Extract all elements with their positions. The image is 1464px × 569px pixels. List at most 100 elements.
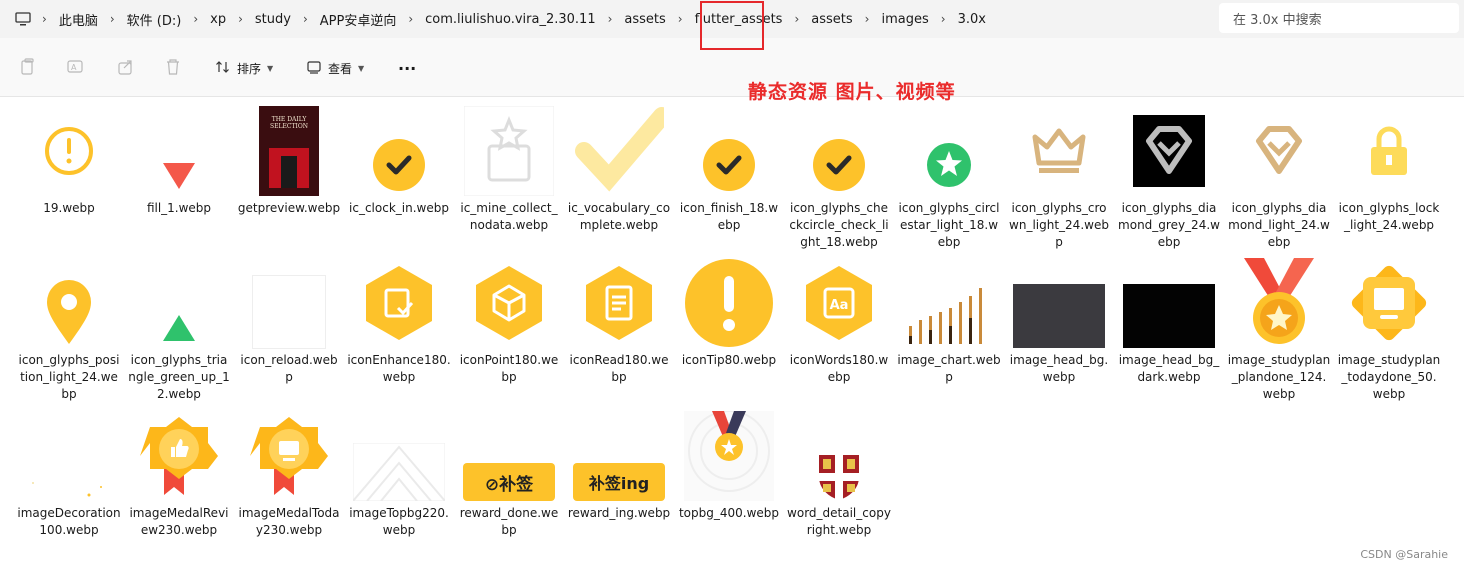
thumbnail bbox=[569, 106, 669, 196]
view-button[interactable]: 查看 ▼ bbox=[306, 58, 364, 78]
sort-icon bbox=[215, 59, 231, 78]
file-name: iconRead180.webp bbox=[569, 353, 669, 384]
breadcrumb: › 此电脑 › 软件 (D:) › xp › study › APP安卓逆向 ›… bbox=[12, 0, 996, 38]
file-item[interactable]: image_chart.webp bbox=[897, 258, 1001, 386]
thumbnail: 补签ing bbox=[569, 411, 669, 501]
file-item[interactable]: 19.webp bbox=[17, 106, 121, 217]
file-name: icon_glyphs_diamond_light_24.webp bbox=[1228, 201, 1330, 249]
file-item[interactable]: icon_glyphs_lock_light_24.webp bbox=[1337, 106, 1441, 234]
thumbnail: ⊘补签 bbox=[459, 411, 559, 501]
chevron-right-icon[interactable]: › bbox=[108, 12, 117, 26]
file-item[interactable]: iconRead180.webp bbox=[567, 258, 671, 386]
chevron-right-icon[interactable]: › bbox=[406, 12, 415, 26]
thumbnail bbox=[789, 411, 889, 501]
breadcrumb-item-pc[interactable]: 此电脑 bbox=[49, 4, 108, 34]
file-name: icon_reload.webp bbox=[240, 353, 338, 384]
breadcrumb-item-assets-2[interactable]: assets bbox=[801, 4, 862, 34]
file-item[interactable]: icon_glyphs_diamond_grey_24.webp bbox=[1117, 106, 1221, 251]
file-name: icon_glyphs_crown_light_24.webp bbox=[1009, 201, 1109, 249]
breadcrumb-item-current[interactable]: 3.0x bbox=[948, 4, 996, 34]
file-item[interactable]: iconPoint180.webp bbox=[457, 258, 561, 386]
chevron-right-icon[interactable]: › bbox=[236, 12, 245, 26]
file-item[interactable]: THE DAILY SELECTION getpreview.webp bbox=[237, 106, 341, 217]
chevron-right-icon[interactable]: › bbox=[40, 12, 49, 26]
chevron-right-icon[interactable]: › bbox=[863, 12, 872, 26]
chevron-right-icon[interactable]: › bbox=[606, 12, 615, 26]
file-item[interactable]: imageDecoration100.webp bbox=[17, 411, 121, 539]
chevron-right-icon[interactable]: › bbox=[191, 12, 200, 26]
file-item[interactable]: icon_finish_18.webp bbox=[677, 106, 781, 234]
breadcrumb-item-drive[interactable]: 软件 (D:) bbox=[117, 4, 192, 34]
file-item[interactable]: image_head_bg_dark.webp bbox=[1117, 258, 1221, 386]
file-item[interactable]: icon_glyphs_position_light_24.webp bbox=[17, 258, 121, 403]
file-item[interactable]: Aa iconWords180.webp bbox=[787, 258, 891, 386]
file-item[interactable]: fill_1.webp bbox=[127, 106, 231, 217]
thumbnail bbox=[19, 411, 119, 501]
file-item[interactable]: 补签ing reward_ing.webp bbox=[567, 411, 671, 522]
file-name: icon_glyphs_checkcircle_check_light_18.w… bbox=[789, 201, 889, 249]
copy-icon[interactable] bbox=[20, 58, 38, 76]
file-item[interactable]: image_studyplan_plandone_124.webp bbox=[1227, 258, 1331, 403]
trash-icon[interactable] bbox=[165, 58, 183, 76]
breadcrumb-item-assets[interactable]: assets bbox=[614, 4, 675, 34]
thumbnail bbox=[19, 258, 119, 348]
view-label: 查看 bbox=[328, 61, 353, 76]
file-item[interactable]: topbg_400.webp bbox=[677, 411, 781, 522]
file-name: fill_1.webp bbox=[146, 201, 212, 215]
file-item[interactable]: ic_clock_in.webp bbox=[347, 106, 451, 217]
thumbnail bbox=[1339, 106, 1439, 196]
file-item[interactable]: image_head_bg.webp bbox=[1007, 258, 1111, 386]
file-name: reward_done.webp bbox=[459, 506, 559, 537]
thumbnail bbox=[899, 106, 999, 196]
file-item[interactable]: icon_glyphs_crown_light_24.webp bbox=[1007, 106, 1111, 251]
chevron-right-icon[interactable]: › bbox=[301, 12, 310, 26]
file-item[interactable]: ⊘补签 reward_done.webp bbox=[457, 411, 561, 539]
chevron-right-icon[interactable]: › bbox=[676, 12, 685, 26]
file-item[interactable]: iconEnhance180.webp bbox=[347, 258, 451, 386]
file-name: icon_glyphs_lock_light_24.webp bbox=[1338, 201, 1440, 232]
file-name: icon_glyphs_circlestar_light_18.webp bbox=[898, 201, 1000, 249]
breadcrumb-item-images[interactable]: images bbox=[871, 4, 938, 34]
thumbnail: THE DAILY SELECTION bbox=[239, 106, 339, 196]
book-cover: THE DAILY SELECTION bbox=[259, 106, 319, 196]
chevron-right-icon[interactable]: › bbox=[939, 12, 948, 26]
breadcrumb-item-xp[interactable]: xp bbox=[200, 4, 236, 34]
breadcrumb-item-study[interactable]: study bbox=[245, 4, 301, 34]
file-name: iconTip80.webp bbox=[681, 353, 777, 367]
file-name: ic_mine_collect_nodata.webp bbox=[460, 201, 558, 232]
thumbnail bbox=[349, 411, 449, 501]
file-item[interactable]: imageMedalToday230.webp bbox=[237, 411, 341, 539]
sort-button[interactable]: 排序 ▼ bbox=[215, 58, 273, 78]
thumbnail bbox=[239, 411, 339, 501]
file-item[interactable]: icon_reload.webp bbox=[237, 258, 341, 386]
computer-icon[interactable] bbox=[12, 11, 34, 27]
search-input[interactable]: 在 3.0x 中搜索 bbox=[1219, 3, 1459, 33]
sort-label: 排序 bbox=[237, 61, 262, 76]
thumbnail bbox=[789, 106, 889, 196]
file-item[interactable]: word_detail_copyright.webp bbox=[787, 411, 891, 539]
file-name: image_head_bg_dark.webp bbox=[1118, 353, 1220, 384]
rename-icon[interactable]: A bbox=[67, 58, 85, 76]
file-item[interactable]: ic_mine_collect_nodata.webp bbox=[457, 106, 561, 234]
file-name: 19.webp bbox=[43, 201, 95, 215]
file-name: icon_glyphs_triangle_green_up_12.webp bbox=[128, 353, 230, 401]
file-item[interactable]: icon_glyphs_diamond_light_24.webp bbox=[1227, 106, 1331, 251]
file-name: icon_glyphs_diamond_grey_24.webp bbox=[1118, 201, 1220, 249]
breadcrumb-item-package[interactable]: com.liulishuo.vira_2.30.11 bbox=[415, 4, 605, 34]
file-item[interactable]: imageTopbg220.webp bbox=[347, 411, 451, 539]
file-item[interactable]: image_studyplan_todaydone_50.webp bbox=[1337, 258, 1441, 403]
share-icon[interactable] bbox=[117, 58, 135, 76]
more-button[interactable]: ··· bbox=[398, 58, 416, 78]
file-name: imageMedalReview230.webp bbox=[129, 506, 229, 537]
file-item[interactable]: icon_glyphs_checkcircle_check_light_18.w… bbox=[787, 106, 891, 251]
chevron-right-icon[interactable]: › bbox=[792, 12, 801, 26]
file-name: image_head_bg.webp bbox=[1009, 353, 1109, 384]
file-item[interactable]: ic_vocabulary_complete.webp bbox=[567, 106, 671, 234]
file-item[interactable]: iconTip80.webp bbox=[677, 258, 781, 369]
breadcrumb-item-app[interactable]: APP安卓逆向 bbox=[310, 4, 407, 34]
file-item[interactable]: icon_glyphs_circlestar_light_18.webp bbox=[897, 106, 1001, 251]
file-item[interactable]: icon_glyphs_triangle_green_up_12.webp bbox=[127, 258, 231, 403]
file-item[interactable]: imageMedalReview230.webp bbox=[127, 411, 231, 539]
reward-done-label: ⊘补签 bbox=[463, 463, 555, 501]
thumbnail bbox=[569, 258, 669, 348]
